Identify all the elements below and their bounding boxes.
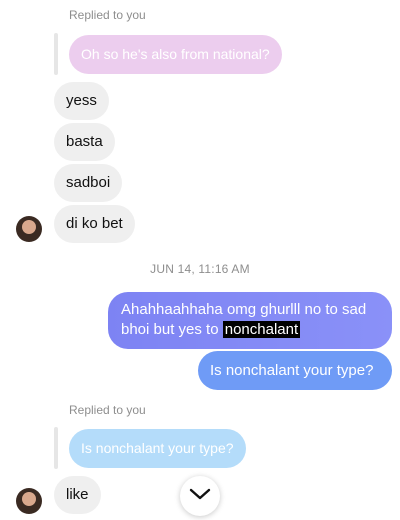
timestamp: JUN 14, 11:16 AM (150, 262, 250, 276)
chevron-down-icon (189, 487, 211, 506)
replied-to-you-label: Replied to you (69, 8, 146, 22)
reply-indicator-bar (54, 33, 58, 75)
incoming-message[interactable]: basta (54, 123, 115, 161)
scroll-to-bottom-button[interactable] (180, 476, 220, 516)
highlighted-text[interactable]: nonchalant (222, 321, 301, 338)
replied-to-you-label: Replied to you (69, 403, 146, 417)
incoming-message[interactable]: di ko bet (54, 205, 135, 243)
incoming-message[interactable]: sadboi (54, 164, 123, 202)
outgoing-message[interactable]: Ahahhaahhaha omg ghurlll no to sad bhoi … (108, 292, 392, 349)
avatar[interactable] (16, 488, 42, 514)
incoming-message[interactable]: yess (54, 82, 109, 120)
reply-indicator-bar (54, 427, 58, 469)
chat-thread: Replied to you Oh so he's also from nati… (0, 0, 400, 520)
quoted-message[interactable]: Is nonchalant your type? (69, 429, 246, 468)
outgoing-message[interactable]: Is nonchalant your type? (198, 351, 392, 390)
quoted-message[interactable]: Oh so he's also from national? (69, 35, 282, 74)
avatar[interactable] (16, 216, 42, 242)
incoming-message[interactable]: like (54, 476, 101, 514)
